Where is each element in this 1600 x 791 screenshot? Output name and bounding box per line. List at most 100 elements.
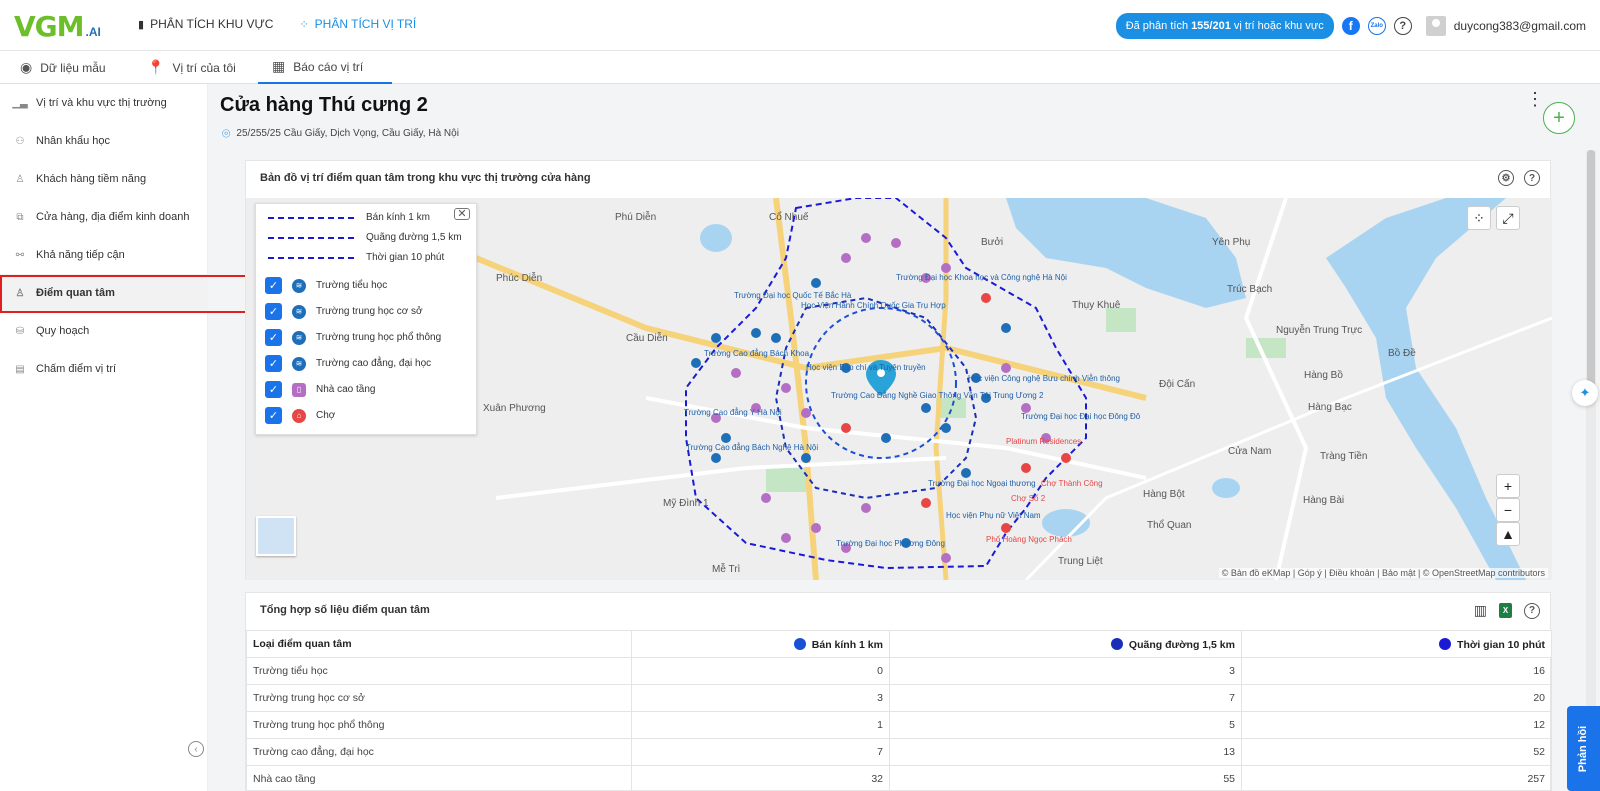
header-right: Đã phân tích 155/201 vị trí hoặc khu vực… bbox=[1115, 13, 1586, 39]
quota-value: 155/201 bbox=[1191, 20, 1231, 32]
store-address: ⌾ 25/255/25 Cầu Giấy, Dịch Vọng, Cầu Giấ… bbox=[222, 125, 459, 142]
tab-my-locations-label: Vị trí của tôi bbox=[172, 60, 236, 75]
poi-label: Học viện Công nghệ Bưu chính Viễn thông bbox=[968, 374, 1120, 383]
series-dot-icon bbox=[793, 637, 806, 650]
place-label: Hàng Bài bbox=[1303, 495, 1344, 506]
place-label: Thụy Khuê bbox=[1072, 300, 1121, 311]
table-cell: 20 bbox=[1241, 684, 1552, 712]
help-icon[interactable]: ? bbox=[1524, 170, 1540, 186]
poi-label: Trường Đại học Phương Đông bbox=[836, 539, 945, 548]
person-icon: ♙ bbox=[15, 173, 25, 185]
tab-location-report[interactable]: ▦ Báo cáo vị trí bbox=[258, 51, 392, 84]
quota-badge[interactable]: Đã phân tích 155/201 vị trí hoặc khu vực bbox=[1115, 13, 1334, 39]
zoom-out-button[interactable]: − bbox=[1496, 498, 1520, 522]
store-icon: ⧉ bbox=[16, 211, 24, 223]
user-email[interactable]: duycong383@gmail.com bbox=[1454, 19, 1586, 33]
checkbox-checked-icon[interactable]: ✓ bbox=[265, 355, 282, 372]
poi-label: Trường Đại học Khoa học và Công nghệ Hà … bbox=[896, 273, 1067, 282]
excel-export-icon[interactable]: X bbox=[1499, 603, 1512, 618]
place-label: Xuân Phương bbox=[483, 403, 546, 414]
compass-reset-icon[interactable]: ▲ bbox=[1496, 522, 1520, 546]
tab-my-locations[interactable]: 📍 Vị trí của tôi bbox=[133, 51, 250, 84]
feedback-button[interactable]: Phản hồi bbox=[1567, 706, 1600, 791]
sidebar-item-points-of-interest[interactable]: ♙ Điểm quan tâm bbox=[0, 274, 208, 312]
more-options-icon[interactable]: ⋮ bbox=[1526, 90, 1544, 108]
checkbox-checked-icon[interactable]: ✓ bbox=[265, 303, 282, 320]
sidebar-item-label: Cửa hàng, địa điểm kinh doanh bbox=[36, 211, 190, 223]
table-cell: Trường cao đẳng, đại học bbox=[246, 738, 632, 766]
table-header-row: Loại điểm quan tâm Bán kính 1 km Quãng đ… bbox=[246, 630, 1552, 658]
sidebar-item-label: Nhân khẩu học bbox=[36, 135, 110, 147]
place-label: Hàng Bồ bbox=[1304, 369, 1343, 381]
zalo-icon[interactable]: Zalo bbox=[1367, 17, 1386, 35]
sidebar-item-potential-customers[interactable]: ♙ Khách hàng tiềm năng bbox=[0, 160, 208, 198]
legend-item-high-rise[interactable]: ✓ ▯ Nhà cao tầng bbox=[265, 381, 376, 398]
bar-chart-icon[interactable]: ▥ bbox=[1474, 602, 1487, 619]
store-address-text: 25/255/25 Cầu Giấy, Dịch Vọng, Cầu Giấy,… bbox=[236, 128, 459, 139]
minimap[interactable] bbox=[256, 516, 296, 556]
scrollbar-thumb[interactable] bbox=[1587, 150, 1595, 400]
column-header-label: Quãng đường 1,5 km bbox=[1128, 638, 1235, 651]
nav-location-analysis-label: PHÂN TÍCH VỊ TRÍ bbox=[314, 17, 417, 31]
sidebar-item-demographics[interactable]: ⚇ Nhân khẩu học bbox=[0, 122, 208, 160]
sidebar-item-label: Chấm điểm vị trí bbox=[36, 363, 117, 375]
place-label: Phúc Diễn bbox=[496, 271, 542, 284]
settings-icon[interactable]: ⚙ bbox=[1498, 170, 1514, 186]
sidebar: ▁▃ Vị trí và khu vực thị trường ⚇ Nhân k… bbox=[0, 84, 208, 791]
checkbox-checked-icon[interactable]: ✓ bbox=[265, 407, 282, 424]
page-title: Cửa hàng Thú cưng 2 bbox=[220, 94, 428, 116]
sidebar-item-stores[interactable]: ⧉ Cửa hàng, địa điểm kinh doanh bbox=[0, 198, 208, 236]
sidebar-collapse-button[interactable]: ‹ bbox=[188, 741, 204, 757]
small-lake bbox=[700, 224, 732, 252]
map-card-title: Bản đồ vị trí điểm quan tâm trong khu vự… bbox=[260, 172, 591, 184]
park bbox=[1246, 338, 1286, 358]
checkbox-checked-icon[interactable]: ✓ bbox=[265, 381, 282, 398]
sidebar-item-planning[interactable]: ⛁ Quy hoạch bbox=[0, 312, 208, 350]
compass-icon: ◉ bbox=[20, 59, 33, 75]
sidebar-item-location-scoring[interactable]: ▤ Chấm điểm vị trí bbox=[0, 350, 208, 388]
legend-item-primary-school[interactable]: ✓ ≋ Trường tiểu học bbox=[265, 277, 387, 294]
legend-close-icon[interactable]: ✕ bbox=[454, 208, 470, 220]
table-cell: 7 bbox=[631, 738, 890, 766]
legend-item-high-school[interactable]: ✓ ≋ Trường trung học phổ thông bbox=[265, 329, 441, 346]
legend-item-college[interactable]: ✓ ≋ Trường cao đẳng, đại học bbox=[265, 355, 431, 372]
fullscreen-icon[interactable]: ⤢ bbox=[1496, 206, 1520, 230]
layers-toggle-icon[interactable]: ⁘ bbox=[1467, 206, 1491, 230]
legend-item-market[interactable]: ✓ ⌂ Chợ bbox=[265, 407, 335, 424]
tab-sample-data[interactable]: ◉ Dữ liệu mẫu bbox=[6, 51, 120, 84]
sidebar-item-accessibility[interactable]: ⚯ Khả năng tiếp cận bbox=[0, 236, 208, 274]
zoom-in-button[interactable]: + bbox=[1496, 474, 1520, 498]
small-lake bbox=[1212, 478, 1240, 498]
help-icon[interactable]: ? bbox=[1524, 602, 1540, 619]
page-scrollbar[interactable] bbox=[1586, 150, 1596, 791]
floating-action-icon[interactable]: ✦ bbox=[1572, 380, 1598, 406]
nav-location-analysis[interactable]: ⁘ PHÂN TÍCH VỊ TRÍ bbox=[299, 17, 416, 31]
nav-area-analysis[interactable]: ▮ PHÂN TÍCH KHU VỰC bbox=[138, 17, 273, 31]
add-button[interactable]: + bbox=[1543, 102, 1575, 134]
table-cell: 13 bbox=[889, 738, 1242, 766]
table-cell: 32 bbox=[631, 765, 890, 791]
map-pin-icon: 📍 bbox=[147, 59, 165, 75]
map[interactable]: Phú Diễn Cổ Nhuế Bưởi Yên Phụ Phúc Diễn … bbox=[246, 198, 1552, 580]
checkbox-checked-icon[interactable]: ✓ bbox=[265, 329, 282, 346]
facebook-icon[interactable]: f bbox=[1341, 17, 1360, 35]
poi-label: Trường Đại học Quốc Tế Bắc Hà bbox=[734, 291, 852, 300]
stats-card-title: Tổng hợp số liệu điểm quan tâm bbox=[260, 604, 430, 616]
market-icon: ⌂ bbox=[292, 408, 306, 423]
place-label: Yên Phụ bbox=[1212, 237, 1250, 248]
map-attribution[interactable]: © Bản đồ eKMap | Góp ý | Điều khoản | Bả… bbox=[1218, 568, 1548, 578]
table-row: Nhà cao tầng 32 55 257 bbox=[246, 765, 1552, 791]
series-dot-icon bbox=[1110, 637, 1123, 650]
help-icon[interactable]: ? bbox=[1393, 17, 1412, 35]
sidebar-item-market-area[interactable]: ▁▃ Vị trí và khu vực thị trường bbox=[0, 84, 208, 122]
place-label: Trúc Bạch bbox=[1227, 284, 1272, 295]
location-dot-icon: ⁘ bbox=[299, 18, 309, 31]
dash-line-icon bbox=[268, 256, 354, 259]
place-label: Nguyễn Trung Trực bbox=[1276, 323, 1362, 336]
vgm-logo[interactable]: VGM .AI bbox=[14, 8, 101, 42]
avatar[interactable] bbox=[1425, 16, 1446, 36]
legend-item-secondary-school[interactable]: ✓ ≋ Trường trung học cơ sở bbox=[265, 303, 423, 320]
checkbox-checked-icon[interactable]: ✓ bbox=[265, 277, 282, 294]
table-cell: Trường tiểu học bbox=[246, 657, 632, 685]
legend-time-10min: Thời gian 10 phút bbox=[268, 252, 444, 263]
